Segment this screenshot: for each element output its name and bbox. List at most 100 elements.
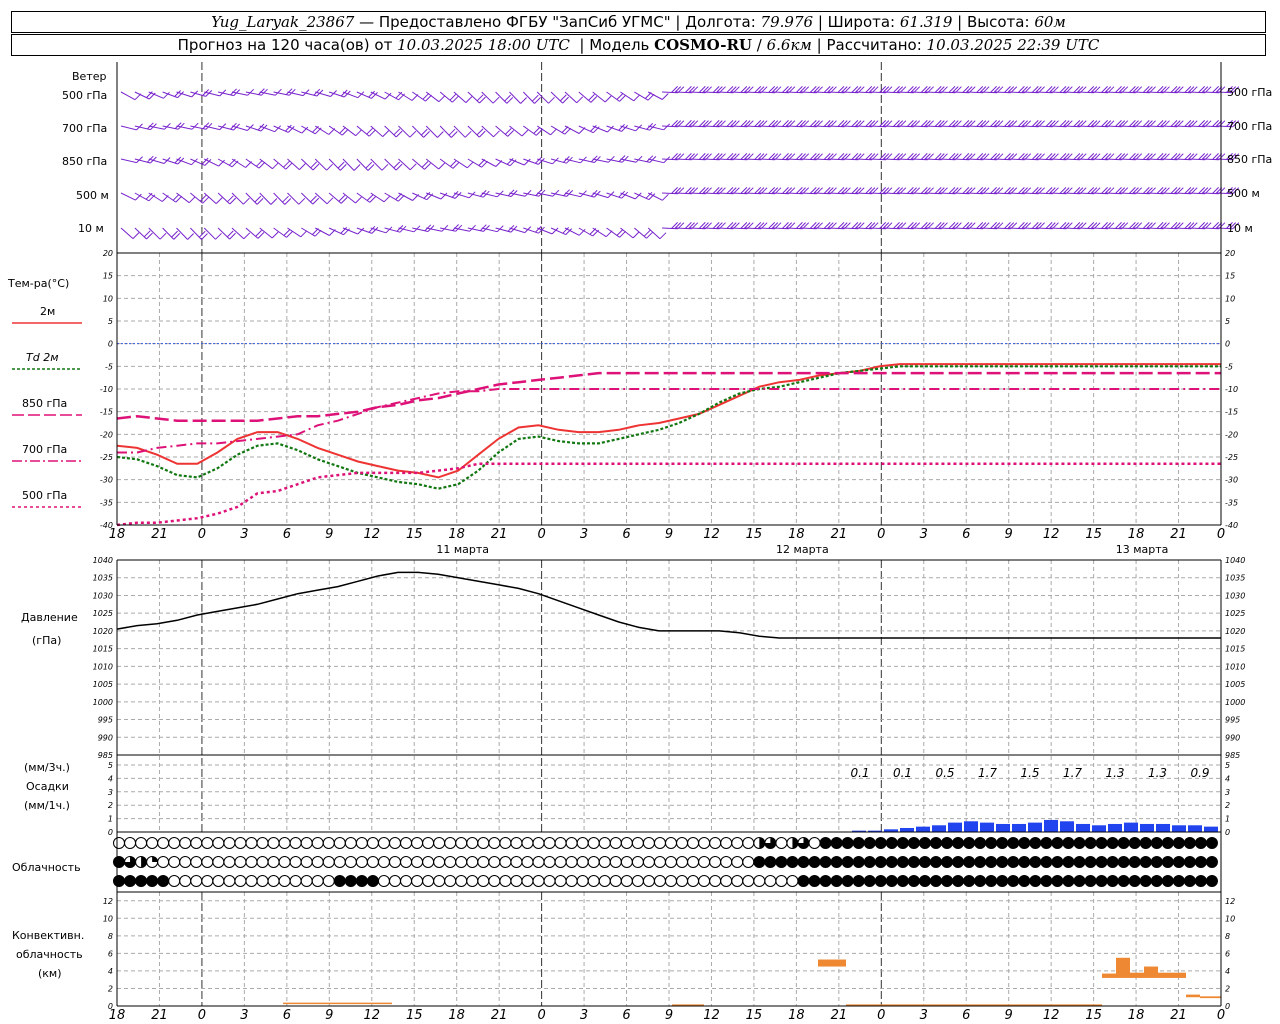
cloud-icon <box>1062 856 1075 868</box>
wind-barb-shaft <box>328 158 341 171</box>
wind-barb-shaft <box>495 125 509 137</box>
conv-xtick: 21 <box>1170 1008 1187 1023</box>
wind-barb-flag <box>920 86 928 93</box>
cloud-icon <box>499 875 512 887</box>
day-label-1: 11 марта <box>436 543 489 556</box>
temp-xtick: 9 <box>665 527 673 542</box>
legend-850-label: 850 гПа <box>22 397 67 410</box>
wind-barb-flag <box>948 187 956 194</box>
wind-barb-flag <box>698 153 706 160</box>
wind-barb-flag <box>215 197 223 204</box>
cloud-icon-fill <box>792 837 798 849</box>
cloud-icon <box>466 856 479 868</box>
pressure-ytick-right: 1035 <box>1225 574 1245 583</box>
cloud-icon <box>455 837 468 849</box>
precip-bar <box>916 826 930 832</box>
wind-barb-flag <box>1170 86 1178 93</box>
cloud-icon <box>223 875 236 887</box>
wind-barb-shaft <box>301 158 314 171</box>
conv-xtick: 12 <box>703 1008 720 1023</box>
wind-barb-flag <box>796 153 803 160</box>
cloud-icon <box>333 856 346 868</box>
cloud-icon <box>1150 875 1163 887</box>
wind-barb-flag <box>685 187 692 194</box>
cloud-icon <box>1128 875 1141 887</box>
conv-xtick: 6 <box>283 1008 291 1023</box>
pressure-ytick-left: 1010 <box>93 662 113 671</box>
cloud-icon <box>146 837 159 849</box>
cloud-icon <box>687 837 700 849</box>
cloud-icon <box>256 875 269 887</box>
cloud-icon <box>400 856 413 868</box>
cloud-icon <box>1183 856 1196 868</box>
wind-barb-flag <box>671 153 678 160</box>
conv-xtick: 9 <box>1005 1008 1013 1023</box>
wind-barb-flag <box>1142 120 1150 127</box>
cloud-icon <box>576 856 589 868</box>
cloud-icon <box>863 837 876 849</box>
precip-3h-label: 1.3 <box>1148 766 1167 780</box>
wind-barb-flag <box>355 196 362 204</box>
pressure-ytick-right: 1025 <box>1225 609 1245 618</box>
precip-bar <box>996 823 1010 832</box>
wind-barb-flag <box>465 96 473 103</box>
cloud-icon <box>333 837 346 849</box>
cloud-icon <box>598 856 611 868</box>
wind-barb-flag <box>976 222 984 229</box>
temp-ytick-right: -25 <box>1225 453 1238 462</box>
cloud-icon <box>1117 856 1130 868</box>
wind-barb-flag <box>1129 120 1136 127</box>
wind-barb-flag <box>782 222 789 229</box>
wind-barb-shaft <box>287 192 300 205</box>
cloud-icon <box>753 856 766 868</box>
cloud-icon <box>157 856 170 868</box>
wind-barb-flag <box>865 222 873 229</box>
conv-ytick-left: 6 <box>108 949 113 958</box>
wind-barb-flag <box>1059 120 1067 127</box>
cloud-icon <box>433 875 446 887</box>
precip-units-3h: (мм/3ч.) <box>24 761 70 774</box>
legend-td-label: Td 2м <box>26 351 59 364</box>
wind-barb-shaft <box>273 158 287 170</box>
cloud-icon <box>278 837 291 849</box>
wind-barb-shaft <box>411 125 424 138</box>
cloud-icon <box>1051 856 1064 868</box>
precip-bar <box>1108 823 1122 832</box>
conv-xtick: 0 <box>1217 1008 1225 1023</box>
cloud-icon <box>620 837 633 849</box>
cloud-icon <box>201 856 214 868</box>
wind-barb-shaft <box>481 125 494 138</box>
cloud-icon <box>344 837 357 849</box>
pressure-ytick-right: 1005 <box>1225 680 1245 689</box>
wind-barb-flag <box>990 120 997 127</box>
cloud-icon <box>841 856 854 868</box>
cloud-icon <box>499 837 512 849</box>
wind-barb-flag <box>879 153 887 160</box>
wind-barb-flag <box>698 187 706 194</box>
wind-barb-flag <box>934 86 942 93</box>
cloud-icon <box>863 856 876 868</box>
precip-bar <box>1044 819 1058 832</box>
wind-barb-shaft <box>453 125 466 138</box>
wind-level-500hpa: 500 гПа <box>62 89 107 102</box>
wind-barb-shaft <box>273 192 286 205</box>
wind-barb-flag <box>907 86 914 93</box>
cloud-icon <box>333 875 346 887</box>
wind-barb-shaft <box>453 91 467 103</box>
cloud-icon <box>1139 875 1152 887</box>
wind-barb-flag <box>712 187 720 194</box>
wind-level-right: 700 гПа <box>1227 120 1272 133</box>
wind-barb-shaft <box>176 158 192 166</box>
precip-bar <box>1076 823 1090 832</box>
wind-barb-flag <box>299 163 306 170</box>
cloud-icon <box>620 875 633 887</box>
cloud-icon <box>631 856 644 868</box>
cloud-icon <box>929 856 942 868</box>
wind-barb-flag <box>865 86 873 93</box>
temp-xtick: 18 <box>1128 527 1145 542</box>
wind-level-right: 500 м <box>1227 187 1260 200</box>
wind-barb-flag <box>1142 222 1150 229</box>
wind-barb-flag <box>353 164 361 171</box>
conv-cloud-bar <box>1144 966 1158 978</box>
wind-barb-shaft <box>356 91 372 99</box>
